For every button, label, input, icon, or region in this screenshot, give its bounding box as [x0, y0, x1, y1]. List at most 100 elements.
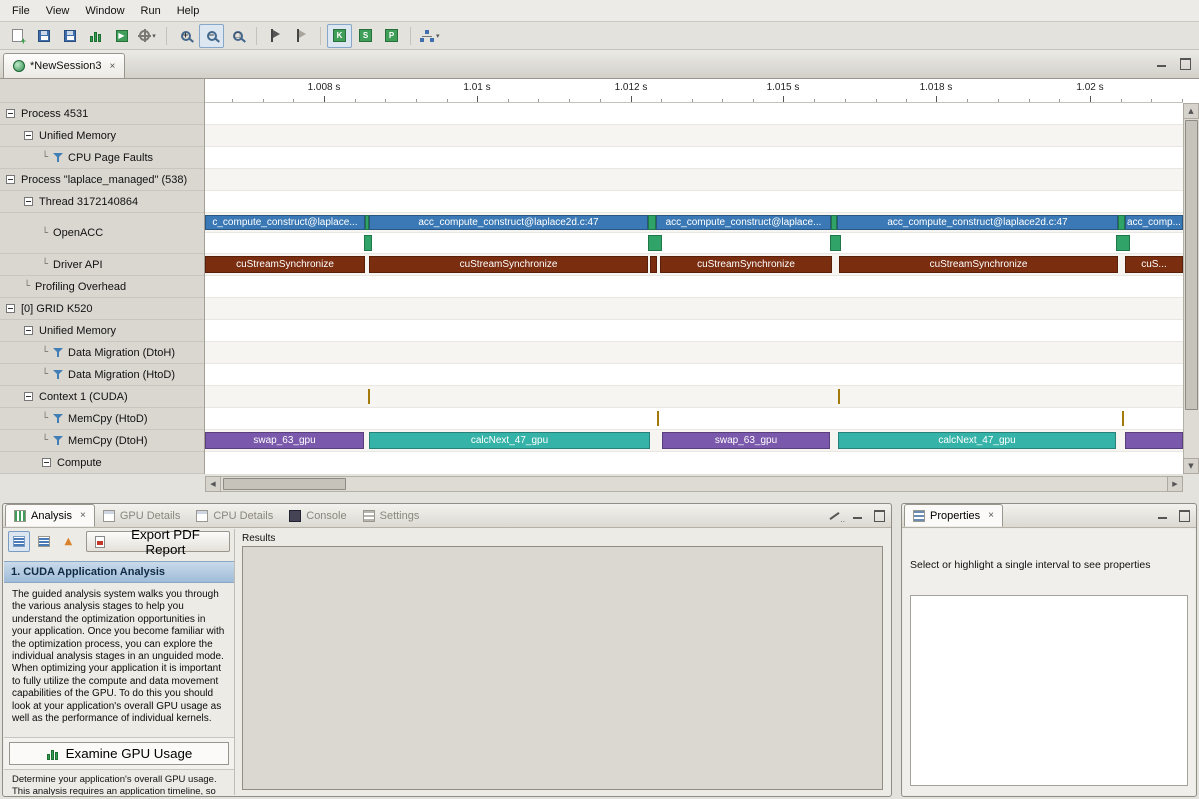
interval-bar[interactable]: acc_compute_construct@laplace...: [656, 215, 831, 230]
interval-bar[interactable]: swap_63_gpu: [205, 432, 364, 449]
horizontal-scrollbar-thumb[interactable]: [223, 478, 346, 490]
menu-help[interactable]: Help: [169, 2, 208, 20]
minimize-icon[interactable]: [1155, 57, 1168, 69]
menu-run[interactable]: Run: [133, 2, 169, 20]
toggle-stream-button[interactable]: S: [353, 24, 378, 48]
tree-row-process-laplace-managed-538-[interactable]: Process "laplace_managed" (538): [0, 169, 204, 191]
collapse-toggle-icon[interactable]: [24, 326, 33, 335]
examine-gpu-usage-button[interactable]: Examine GPU Usage: [9, 742, 229, 765]
openacc-event-marker[interactable]: [830, 235, 841, 251]
tree-row-memcpy-dtoh-[interactable]: └MemCpy (DtoH): [0, 430, 204, 452]
interval-bar[interactable]: cuS...: [1125, 256, 1183, 273]
collapse-toggle-icon[interactable]: [42, 458, 51, 467]
scroll-up-icon[interactable]: ▲: [1183, 103, 1199, 119]
session-tab[interactable]: *NewSession3 ×: [3, 53, 125, 78]
openacc-wait-marker[interactable]: [365, 215, 369, 230]
tab-properties[interactable]: Properties ×: [904, 504, 1003, 527]
collapse-toggle-icon[interactable]: [6, 304, 15, 313]
interval-bar[interactable]: cuStreamSynchronize: [839, 256, 1118, 273]
new-session-button[interactable]: [5, 24, 30, 48]
tree-row-data-migration-htod-[interactable]: └Data Migration (HtoD): [0, 364, 204, 386]
unguided-analysis-button[interactable]: [33, 531, 55, 552]
openacc-wait-marker[interactable]: [831, 215, 837, 230]
memcpy-marker[interactable]: [368, 389, 370, 404]
interval-bar[interactable]: cuStreamSynchronize: [369, 256, 648, 273]
minimize-icon[interactable]: [851, 509, 864, 521]
tree-row-data-migration-dtoh-[interactable]: └Data Migration (DtoH): [0, 342, 204, 364]
timeline-ruler[interactable]: 1.008 s1.01 s1.012 s1.015 s1.018 s1.02 s: [205, 79, 1183, 103]
tree-row-profiling-overhead[interactable]: └Profiling Overhead: [0, 276, 204, 298]
interval-bar[interactable]: cuStreamSynchronize: [205, 256, 365, 273]
interval-bar[interactable]: acc_compute_construct@laplace2d.c:47: [837, 215, 1118, 230]
close-tab-icon[interactable]: ×: [988, 510, 994, 521]
scroll-right-icon[interactable]: ▶: [1167, 476, 1183, 492]
memcpy-marker[interactable]: [838, 389, 840, 404]
tree-row-process-4531[interactable]: Process 4531: [0, 103, 204, 125]
close-session-tab-icon[interactable]: ×: [110, 61, 116, 72]
scroll-down-icon[interactable]: ▼: [1183, 458, 1199, 474]
collapse-toggle-icon[interactable]: [6, 109, 15, 118]
vertical-scrollbar[interactable]: ▲ ▼: [1183, 103, 1199, 474]
openacc-event-marker[interactable]: [364, 235, 372, 251]
collapse-toggle-icon[interactable]: [24, 131, 33, 140]
analysis-flow-button[interactable]: ▾: [417, 24, 443, 48]
vertical-scrollbar-thumb[interactable]: [1185, 120, 1198, 410]
up-level-button[interactable]: ▲: [57, 531, 79, 552]
tree-row-openacc[interactable]: └OpenACC: [0, 213, 204, 254]
save-button[interactable]: [31, 24, 56, 48]
interval-bar[interactable]: c_compute_construct@laplace...: [205, 215, 365, 230]
tree-row-thread-3172140864[interactable]: Thread 3172140864: [0, 191, 204, 213]
interval-bar[interactable]: acc_compute_construct@laplace2d.c:47: [369, 215, 648, 230]
tree-row-unified-memory[interactable]: Unified Memory: [0, 125, 204, 147]
minimize-icon[interactable]: [1156, 509, 1169, 521]
openacc-wait-marker[interactable]: [1118, 215, 1125, 230]
export-pdf-button[interactable]: Export PDF Report: [86, 531, 230, 552]
openacc-wait-marker[interactable]: [648, 215, 656, 230]
tree-row-context-1-cuda-[interactable]: Context 1 (CUDA): [0, 386, 204, 408]
save-all-button[interactable]: [57, 24, 82, 48]
maximize-icon[interactable]: [872, 509, 885, 521]
export-data-button[interactable]: ▶: [109, 24, 134, 48]
flag-marker-button[interactable]: [263, 24, 288, 48]
maximize-icon[interactable]: [1178, 57, 1191, 69]
maximize-icon[interactable]: [1177, 509, 1190, 521]
interval-bar[interactable]: [1125, 432, 1183, 449]
interval-bar[interactable]: [650, 256, 657, 273]
tree-row-compute[interactable]: Compute: [0, 452, 204, 474]
tree-row-unified-memory[interactable]: Unified Memory: [0, 320, 204, 342]
toggle-process-button[interactable]: P: [379, 24, 404, 48]
zoom-in-button[interactable]: +: [173, 24, 198, 48]
horizontal-scrollbar[interactable]: ◀ ▶: [205, 476, 1183, 492]
openacc-event-marker[interactable]: [648, 235, 662, 251]
tree-row-memcpy-htod-[interactable]: └MemCpy (HtoD): [0, 408, 204, 430]
interval-bar[interactable]: acc_comp...: [1125, 215, 1183, 230]
zoom-fit-button[interactable]: □: [225, 24, 250, 48]
tree-row-cpu-page-faults[interactable]: └CPU Page Faults: [0, 147, 204, 169]
collapse-toggle-icon[interactable]: [24, 197, 33, 206]
interval-bar[interactable]: calcNext_47_gpu: [838, 432, 1116, 449]
settings-menu-button[interactable]: ▾: [135, 24, 160, 48]
collapse-toggle-icon[interactable]: [24, 392, 33, 401]
memcpy-marker[interactable]: [657, 411, 659, 426]
profile-application-button[interactable]: [83, 24, 108, 48]
guided-analysis-button[interactable]: [8, 531, 30, 552]
tree-row--0-grid-k520[interactable]: [0] GRID K520: [0, 298, 204, 320]
interval-bar[interactable]: swap_63_gpu: [662, 432, 830, 449]
tree-row-driver-api[interactable]: └Driver API: [0, 254, 204, 276]
menu-window[interactable]: Window: [77, 2, 132, 20]
tab-console[interactable]: Console: [281, 504, 354, 527]
menu-view[interactable]: View: [38, 2, 78, 20]
tab-settings[interactable]: Settings: [355, 504, 428, 527]
scroll-left-icon[interactable]: ◀: [205, 476, 221, 492]
menu-file[interactable]: File: [4, 2, 38, 20]
collapse-toggle-icon[interactable]: [6, 175, 15, 184]
interval-bar[interactable]: cuStreamSynchronize: [660, 256, 832, 273]
close-tab-icon[interactable]: ×: [80, 510, 86, 521]
interval-bar[interactable]: calcNext_47_gpu: [369, 432, 650, 449]
toggle-kernel-button[interactable]: K: [327, 24, 352, 48]
view-menu-icon[interactable]: [829, 509, 843, 521]
tab-analysis[interactable]: Analysis×: [5, 504, 95, 527]
memcpy-marker[interactable]: [1122, 411, 1124, 426]
openacc-event-marker[interactable]: [1116, 235, 1130, 251]
tab-gpu-details[interactable]: GPU Details: [95, 504, 189, 527]
